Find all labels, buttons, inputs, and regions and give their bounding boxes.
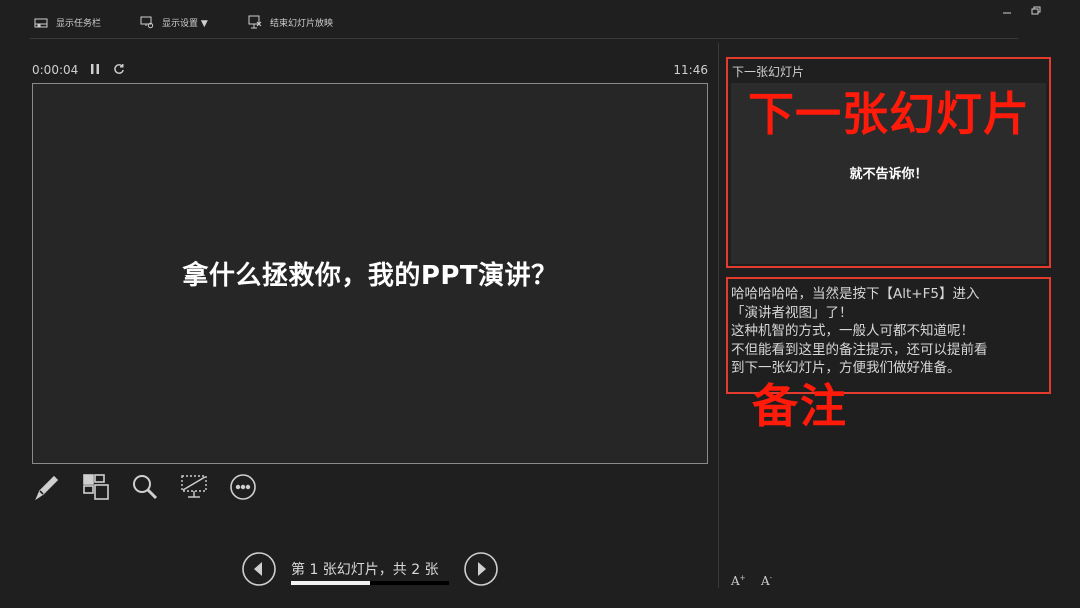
decrease-font-label: A bbox=[761, 574, 770, 588]
timer-bar: 0:00:04 11:46 bbox=[32, 60, 708, 80]
slide-progress-fill bbox=[291, 581, 370, 585]
elapsed-timer: 0:00:04 bbox=[32, 63, 79, 77]
notes-text: 哈哈哈哈哈，当然是按下【Alt+F5】进入 「演讲者视图」了！ 这种机智的方式，… bbox=[731, 285, 1043, 378]
minimize-icon[interactable] bbox=[1000, 4, 1014, 18]
pen-icon bbox=[35, 475, 59, 501]
zoom-icon bbox=[133, 475, 158, 500]
restore-icon[interactable] bbox=[1029, 4, 1043, 18]
next-slide-icon[interactable] bbox=[463, 551, 499, 587]
pause-icon[interactable] bbox=[90, 63, 100, 75]
toolbar-divider bbox=[30, 38, 1018, 39]
more-options-icon bbox=[230, 474, 256, 500]
decrease-font-button[interactable]: A- bbox=[761, 574, 772, 588]
end-slideshow-icon bbox=[248, 15, 262, 29]
pen-tool-button[interactable] bbox=[32, 472, 62, 502]
more-options-button[interactable] bbox=[228, 472, 258, 502]
see-all-slides-button[interactable] bbox=[81, 472, 111, 502]
slide-title: 拿什么拯救你，我的PPT演讲？ bbox=[182, 261, 558, 291]
slide-navigation: 第 1 张幻灯片，共 2 张 bbox=[241, 551, 499, 587]
slide-progress-bar bbox=[291, 581, 449, 585]
black-screen-icon bbox=[181, 475, 207, 498]
notes-annotation: 备注 bbox=[752, 379, 848, 433]
next-slide-annotation: 下一张幻灯片 bbox=[748, 87, 1030, 141]
notes-line: 「演讲者视图」了！ bbox=[731, 304, 853, 321]
end-slideshow-button[interactable]: 结束幻灯片放映 bbox=[248, 12, 333, 32]
restart-timer-icon[interactable] bbox=[113, 63, 125, 75]
notes-line: 这种机智的方式，一般人可都不知道呢！ bbox=[731, 323, 974, 339]
increase-font-label: A bbox=[731, 574, 740, 588]
black-screen-button[interactable] bbox=[179, 472, 209, 502]
current-slide[interactable]: 拿什么拯救你，我的PPT演讲？ bbox=[32, 83, 708, 464]
clock: 11:46 bbox=[673, 63, 708, 77]
pane-divider[interactable] bbox=[718, 43, 719, 588]
increase-font-button[interactable]: A+ bbox=[731, 574, 746, 588]
notes-line: 不但能看到这里的备注提示，还可以提前看 bbox=[731, 341, 988, 358]
display-settings-icon bbox=[140, 16, 154, 29]
taskbar-icon bbox=[34, 18, 48, 28]
see-all-slides-icon bbox=[83, 474, 109, 500]
slide-counter: 第 1 张幻灯片，共 2 张 bbox=[291, 562, 439, 578]
next-slide-preview-text: 就不告诉你！ bbox=[849, 167, 928, 182]
presenter-tools bbox=[32, 472, 258, 504]
presenter-toolbar: 显示任务栏 显示设置 ▼ 结束幻灯片放映 bbox=[0, 0, 1080, 40]
previous-slide-icon[interactable] bbox=[241, 551, 277, 587]
end-slideshow-label: 结束幻灯片放映 bbox=[270, 18, 334, 29]
display-settings-button[interactable]: 显示设置 ▼ bbox=[140, 12, 208, 32]
show-taskbar-label: 显示任务栏 bbox=[56, 18, 102, 29]
zoom-button[interactable] bbox=[130, 472, 160, 502]
display-settings-label: 显示设置 ▼ bbox=[162, 18, 208, 29]
show-taskbar-button[interactable]: 显示任务栏 bbox=[34, 12, 101, 32]
notes-line: 哈哈哈哈哈，当然是按下【Alt+F5】进入 bbox=[731, 286, 980, 302]
